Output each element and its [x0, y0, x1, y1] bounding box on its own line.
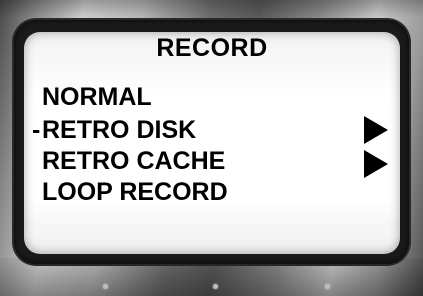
indicator-light-right — [325, 284, 330, 289]
menu-item-retro-cache[interactable]: RETRO CACHE — [42, 146, 225, 176]
menu-item-normal[interactable]: NORMAL — [42, 82, 152, 112]
menu-item-label: RETRO DISK — [42, 116, 197, 144]
menu-item-loop-record[interactable]: LOOP RECORD — [42, 177, 228, 207]
selection-marker: - — [32, 116, 41, 144]
indicator-light-left — [103, 284, 108, 289]
menu-title: RECORD — [156, 34, 268, 62]
indicator-light-center — [213, 284, 218, 289]
menu-item-label: LOOP RECORD — [42, 178, 228, 206]
menu-item-label: RETRO CACHE — [42, 147, 226, 175]
lcd-screen: RECORD NORMAL -RETRO DISK RETRO CACHE LO… — [24, 32, 400, 254]
menu-item-label: NORMAL — [42, 83, 152, 111]
menu-item-retro-disk[interactable]: -RETRO DISK — [32, 115, 197, 145]
triangle-right-icon[interactable] — [364, 116, 388, 144]
device-bezel-top — [0, 0, 423, 18]
triangle-right-icon[interactable] — [364, 150, 388, 178]
device-bezel-bottom — [0, 258, 423, 296]
